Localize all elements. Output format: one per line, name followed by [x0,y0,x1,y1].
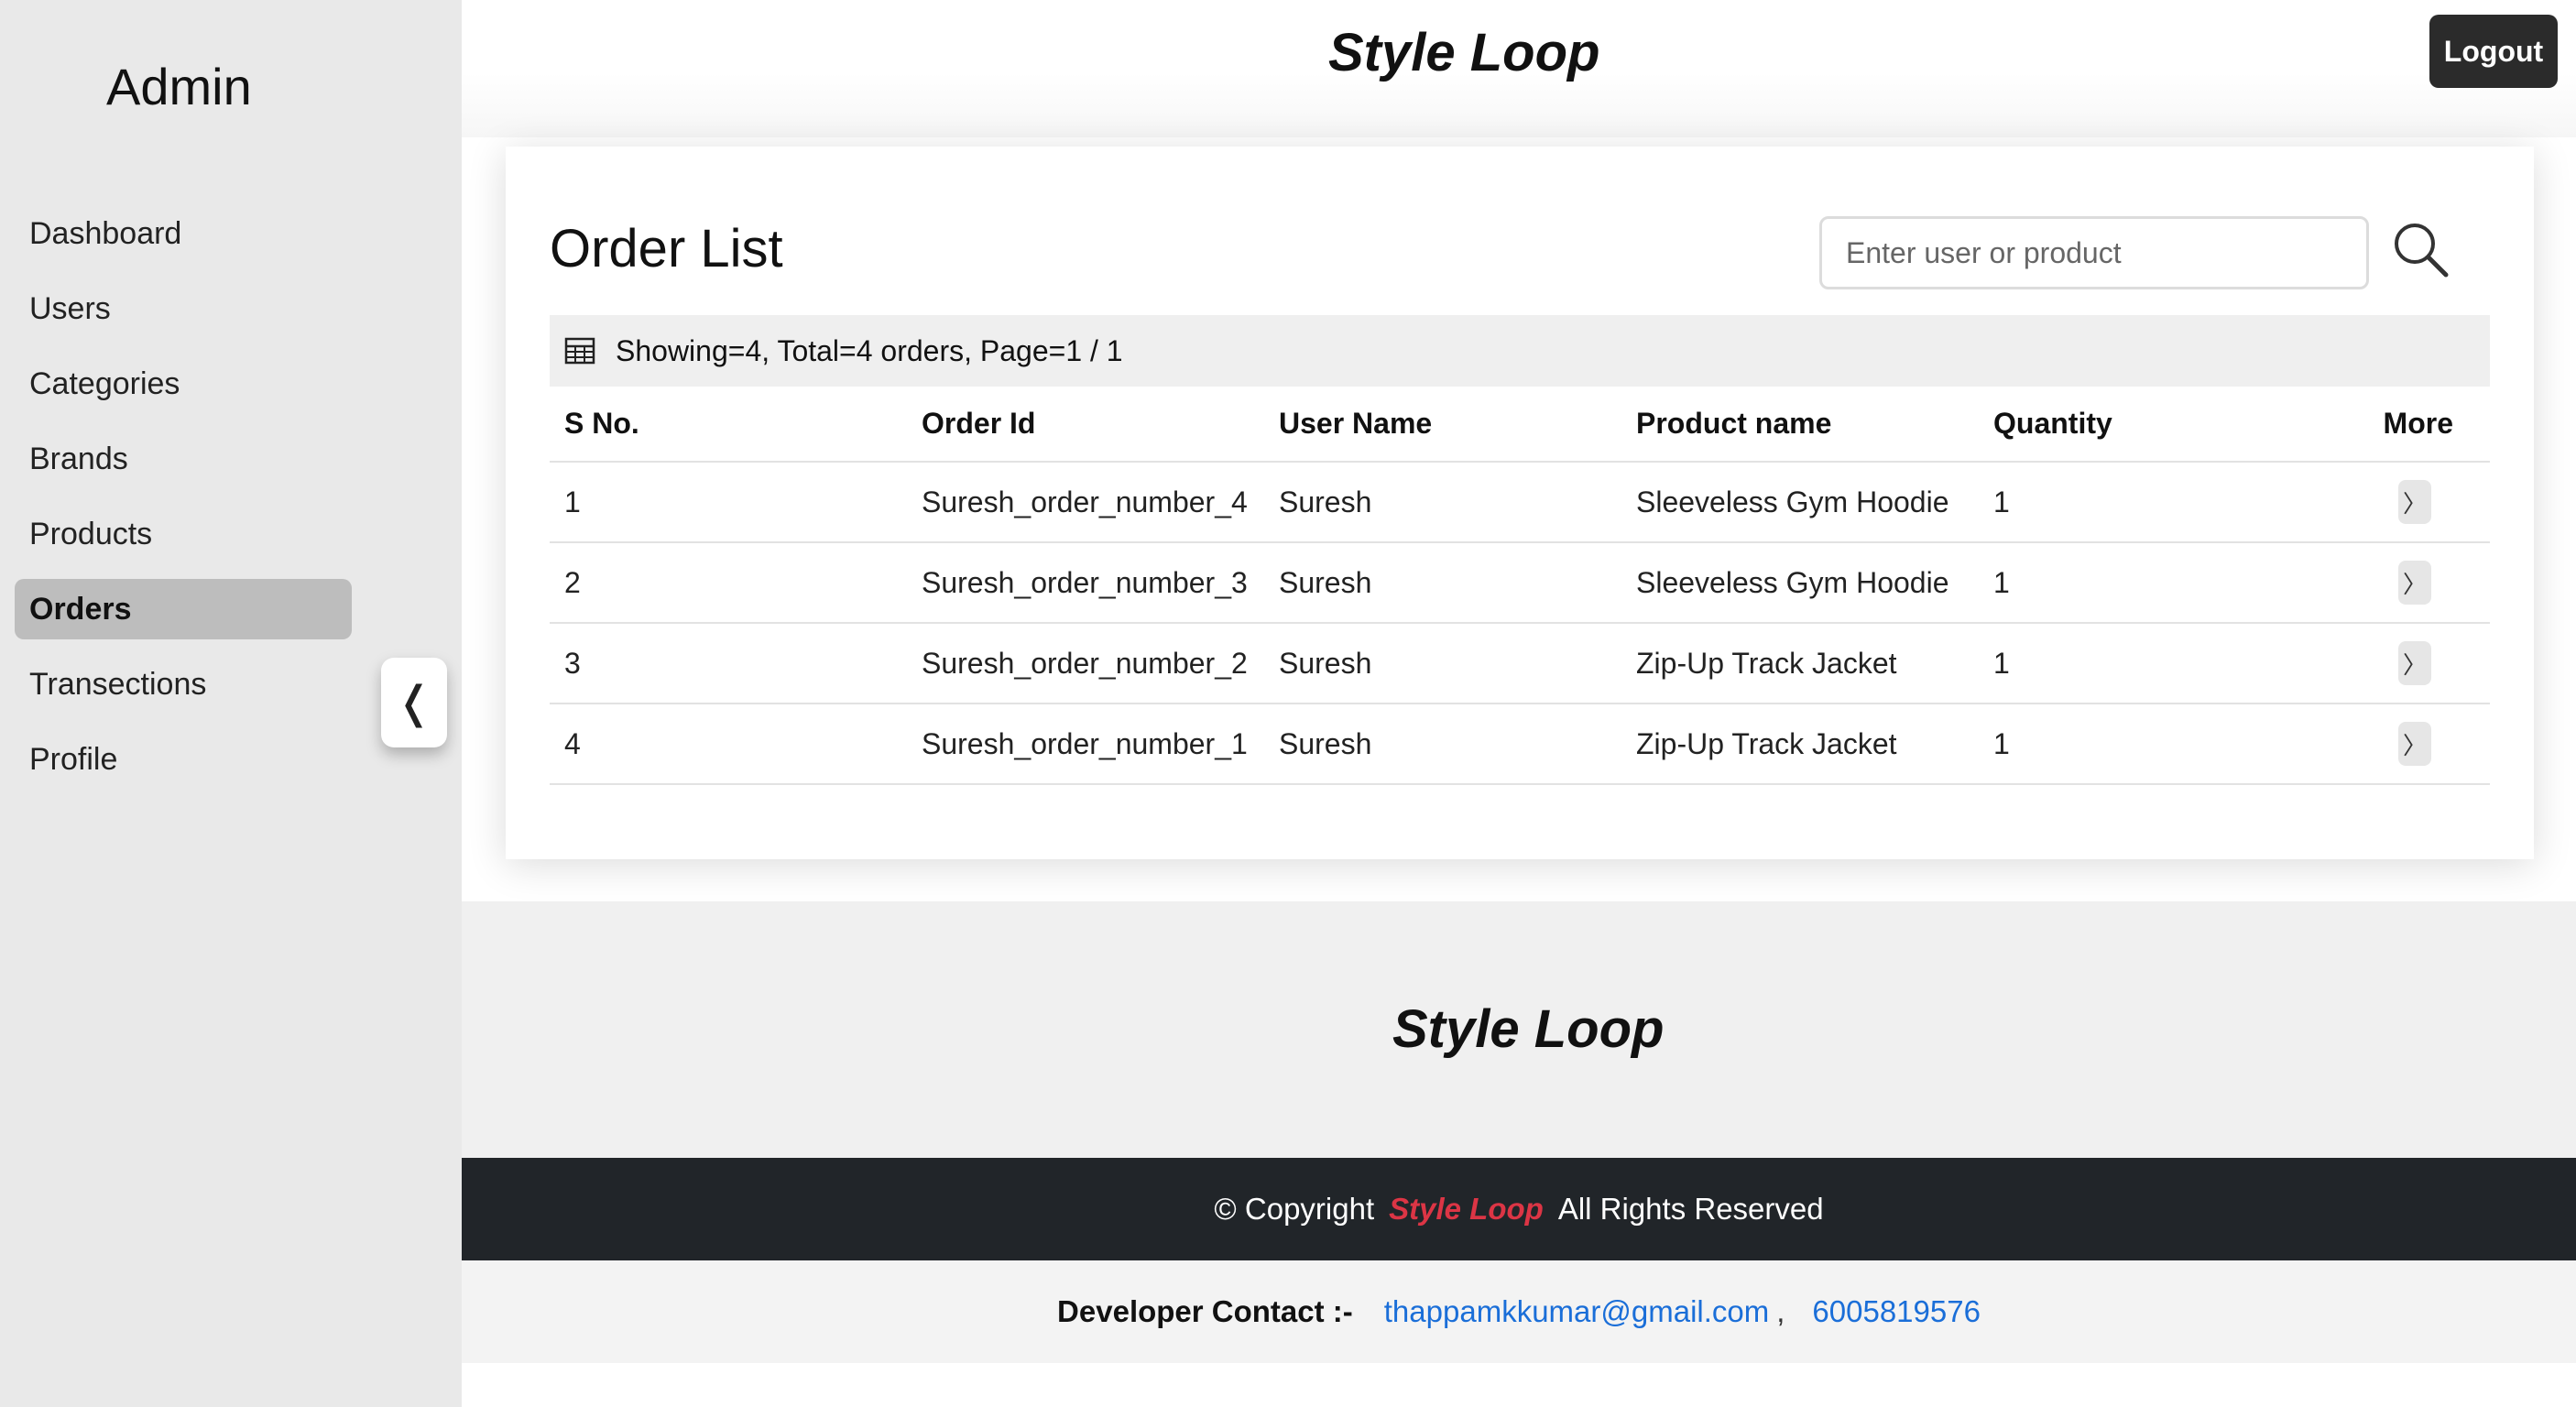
copyright-bar: © Copyright Style Loop All Rights Reserv… [462,1158,2576,1260]
cell-product-name: Sleeveless Gym Hoodie [1621,462,1979,543]
contact-label: Developer Contact :- [1057,1294,1353,1328]
sidebar-item-brands[interactable]: Brands [15,429,352,489]
chevron-right-icon[interactable]: 〉 [2398,561,2431,605]
copyright-suffix: All Rights Reserved [1557,1192,1824,1226]
table-icon [564,337,595,365]
sidebar-item-transections[interactable]: Transections [15,654,352,714]
cell-quantity: 1 [1979,704,2309,785]
chevron-left-icon: ❬ [395,677,433,728]
cell-more: 〉 [2309,704,2490,785]
cell-sno: 2 [550,542,907,624]
sidebar-item-categories[interactable]: Categories [15,354,352,414]
cell-quantity: 1 [1979,542,2309,624]
column-header-user-name[interactable]: User Name [1264,387,1621,463]
search-input[interactable] [1819,216,2369,289]
cell-user-name: Suresh [1264,704,1621,785]
cell-user-name: Suresh [1264,623,1621,704]
sidebar-item-dashboard[interactable]: Dashboard [15,203,352,264]
cell-product-name: Zip-Up Track Jacket [1621,623,1979,704]
cell-more: 〉 [2309,462,2490,543]
cell-product-name: Zip-Up Track Jacket [1621,704,1979,785]
developer-contact-bar: Developer Contact :- thappamkkumar@gmail… [462,1260,2576,1363]
header-brand[interactable]: Style Loop [1328,22,1599,83]
summary-bar: Showing=4, Total=4 orders, Page=1 / 1 [550,315,2490,387]
cell-sno: 4 [550,704,907,785]
cell-user-name: Suresh [1264,542,1621,624]
sidebar-item-users[interactable]: Users [15,278,352,339]
cell-sno: 3 [550,623,907,704]
sidebar-title: Admin [106,58,252,115]
orders-table: S No. Order Id User Name Product name Qu… [550,387,2490,785]
sidebar-nav: Dashboard Users Categories Brands Produc… [15,203,352,804]
cell-sno: 1 [550,462,907,543]
table-row[interactable]: 1 Suresh_order_number_4 Suresh Sleeveles… [550,462,2490,543]
cell-order-id: Suresh_order_number_3 [907,542,1264,624]
column-header-quantity[interactable]: Quantity [1979,387,2309,463]
order-list-card: Order List Showing=4, Total=4 orders, Pa… [506,147,2534,859]
table-header-row: S No. Order Id User Name Product name Qu… [550,387,2490,463]
cell-user-name: Suresh [1264,462,1621,543]
footer-brand-area: Style Loop [462,901,2576,1158]
sidebar-collapse-button[interactable]: ❬ [381,658,447,747]
table-row[interactable]: 2 Suresh_order_number_3 Suresh Sleeveles… [550,542,2490,624]
chevron-right-icon[interactable]: 〉 [2398,641,2431,685]
contact-separator: , [1776,1294,1785,1328]
column-header-more: More [2309,387,2490,463]
contact-phone-link[interactable]: 6005819576 [1812,1294,1981,1329]
table-row[interactable]: 3 Suresh_order_number_2 Suresh Zip-Up Tr… [550,623,2490,704]
column-header-product-name[interactable]: Product name [1621,387,1979,463]
chevron-right-icon[interactable]: 〉 [2398,480,2431,524]
cell-product-name: Sleeveless Gym Hoodie [1621,542,1979,624]
copyright-brand: Style Loop [1389,1192,1544,1226]
chevron-right-icon[interactable]: 〉 [2398,722,2431,766]
page-title: Order List [550,219,783,278]
cell-quantity: 1 [1979,462,2309,543]
column-header-sno[interactable]: S No. [550,387,907,463]
logout-button[interactable]: Logout [2429,15,2558,88]
sidebar-item-profile[interactable]: Profile [15,729,352,790]
cell-more: 〉 [2309,623,2490,704]
sidebar-item-products[interactable]: Products [15,504,352,564]
table-row[interactable]: 4 Suresh_order_number_1 Suresh Zip-Up Tr… [550,704,2490,785]
cell-order-id: Suresh_order_number_4 [907,462,1264,543]
copyright-prefix: © Copyright [1214,1192,1375,1226]
cell-more: 〉 [2309,542,2490,624]
cell-quantity: 1 [1979,623,2309,704]
summary-text: Showing=4, Total=4 orders, Page=1 / 1 [616,333,1123,367]
contact-email-link[interactable]: thappamkkumar@gmail.com [1384,1294,1769,1329]
sidebar-item-orders[interactable]: Orders [15,579,352,639]
column-header-order-id[interactable]: Order Id [907,387,1264,463]
cell-order-id: Suresh_order_number_2 [907,623,1264,704]
cell-order-id: Suresh_order_number_1 [907,704,1264,785]
footer-brand[interactable]: Style Loop [1392,998,1664,1060]
search-icon[interactable] [2389,218,2453,282]
